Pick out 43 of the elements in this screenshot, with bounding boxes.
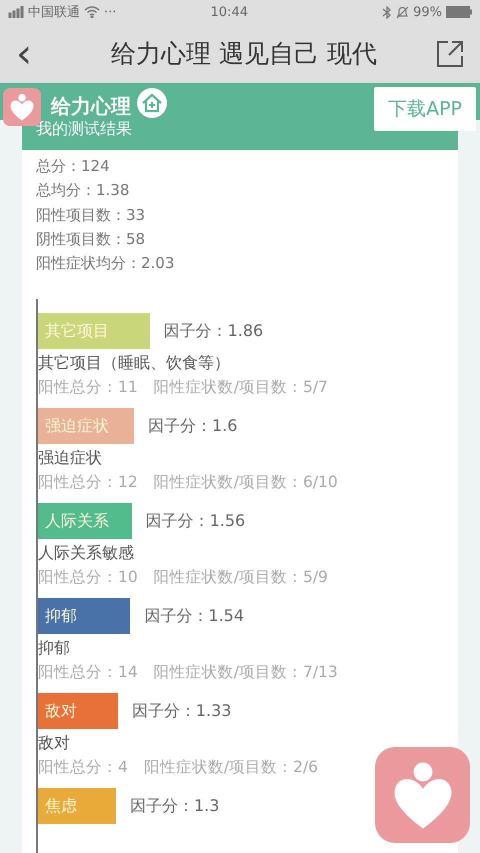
factor-name: 抑郁 [38,637,71,660]
factor-name: 人际关系敏感 [38,542,135,564]
factor-name: 敌对 [38,732,71,754]
factor-name: 强迫症状 [38,447,103,470]
summary-line: 总均分：1.38 [36,180,130,202]
factor-score: 因子分：1.3 [130,795,220,818]
summary-line: 阳性项目数：33 [36,204,146,226]
factor-score: 因子分：1.54 [144,605,244,628]
factor-stat: 阳性总分：14 [38,662,138,684]
clock: 10:44 [210,4,249,22]
factor-stat: 阳性症状数/项目数：6/10 [154,472,338,494]
back-button[interactable]: ‹ [16,34,32,74]
summary-line: 阴性项目数：58 [36,228,146,250]
app-shortcut-icon[interactable] [375,747,470,843]
more-dots: ··· [104,4,116,22]
factor-stat: 阳性总分：12 [38,472,138,494]
factor-stat: 阳性症状数/项目数：5/9 [154,567,328,588]
home-icon[interactable] [137,88,167,118]
factor-bar: 焦虑 [38,788,116,824]
factor-stat: 阳性症状数/项目数：2/6 [144,757,318,778]
factor-name: 其它项目（睡眠、饮食等） [38,352,231,374]
factor-stat: 阳性症状数/项目数：7/13 [154,662,338,684]
share-icon[interactable] [436,40,464,68]
summary-line: 阳性症状均分：2.03 [36,253,176,274]
factor-score: 因子分：1.6 [148,415,238,438]
factor-stat: 阳性症状数/项目数：5/7 [154,377,328,398]
factor-stat: 阳性总分：11 [38,377,138,398]
factor-stat: 阳性总分：4 [38,757,128,778]
carrier-name: 中国联通 [28,4,80,22]
factor-stat: 阳性总分：10 [38,567,138,588]
page-title: 给力心理 遇见自己 现代 [110,38,378,70]
factor-bar: 强迫症状 [38,408,134,444]
factor-bar: 敌对 [38,693,118,730]
factor-score: 因子分：1.33 [132,700,232,722]
card-header: 我的测试结果 [22,120,458,150]
factor-bar: 抑郁 [38,598,130,634]
factor-bar: 人际关系 [38,503,132,540]
factor-score: 因子分：1.86 [164,320,264,342]
factor-bar: 其它项目 [38,313,150,350]
summary-line: 总分：124 [36,156,111,177]
battery-percent: 99% [413,4,442,22]
factor-score: 因子分：1.56 [146,510,246,532]
brand-name: 给力心理 [51,93,131,120]
